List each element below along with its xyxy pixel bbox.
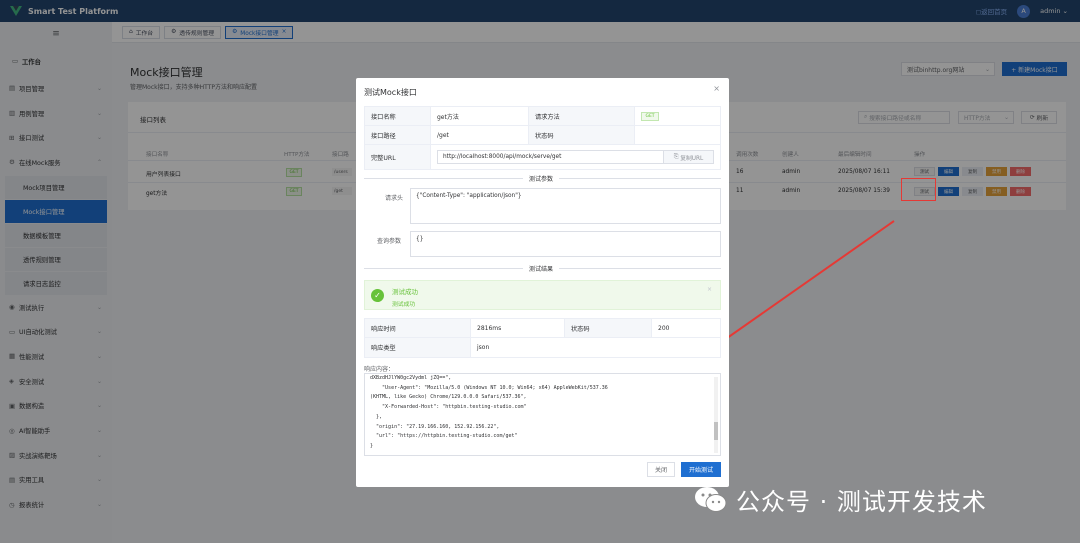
- code-line: "X-Forwarded-Host": "httpbin.testing-stu…: [370, 404, 527, 411]
- code-line: "User-Agent": "Mozilla/5.0 (Windows NT 1…: [370, 384, 608, 391]
- code-line: "url": "https://httpbin.testing-studio.c…: [370, 433, 518, 440]
- info-row: 接口路径 /get 状态码: [365, 126, 720, 145]
- code-line: (KHTML, like Gecko) Chrome/129.0.0.0 Saf…: [370, 394, 527, 401]
- info-row: 响应时间 2816ms 状态码 200: [365, 319, 720, 338]
- status-value: [635, 126, 720, 144]
- response-status-label: 状态码: [565, 319, 652, 337]
- response-content-label: 响应内容：: [364, 366, 395, 373]
- response-type-label: 响应类型: [365, 338, 471, 357]
- scrollbar[interactable]: [714, 377, 718, 453]
- info-row: 接口名称 get方法 请求方法 GET: [365, 107, 720, 126]
- scrollbar-thumb[interactable]: [714, 422, 718, 440]
- path-value: /get: [431, 126, 529, 144]
- name-label: 接口名称: [365, 107, 431, 125]
- headers-label: 请求头: [385, 195, 404, 202]
- code-line: "origin": "27.19.166.160, 152.92.156.22"…: [370, 423, 500, 430]
- wechat-watermark: 公众号 · 测试开发技术: [694, 482, 987, 517]
- dialog-title: 测试Mock接口: [364, 88, 417, 97]
- response-status-value: 200: [658, 324, 670, 332]
- path-label: 接口路径: [365, 126, 431, 144]
- url-group: http://localhost:8000/api/mock/serve/get…: [431, 145, 720, 169]
- close-icon[interactable]: ×: [707, 286, 712, 293]
- info-row: 完整URL http://localhost:8000/api/mock/ser…: [365, 145, 720, 169]
- wechat-icon: [695, 486, 727, 512]
- response-content-box[interactable]: dXBzdHJlYW0gc2Vydml jZQ==", "User-Agent"…: [364, 373, 721, 456]
- response-time-label: 响应时间: [365, 319, 471, 337]
- info-row: 响应类型 json: [365, 338, 720, 357]
- api-info-table: 接口名称 get方法 请求方法 GET 接口路径 /get 状态码 完整URL …: [364, 106, 721, 170]
- code-line: dXBzdHJlYW0gc2Vydml jZQ==",: [370, 375, 452, 381]
- check-circle-icon: ✓: [371, 289, 384, 302]
- copy-url-button[interactable]: ⎘ 复制URL: [664, 150, 714, 164]
- query-textarea[interactable]: {}: [410, 231, 721, 257]
- params-divider-label: 测试参数: [523, 174, 560, 183]
- close-icon[interactable]: ×: [713, 84, 720, 93]
- close-button[interactable]: 关闭: [647, 462, 675, 477]
- test-mock-dialog: 测试Mock接口 × 接口名称 get方法 请求方法 GET 接口路径 /get…: [356, 78, 729, 487]
- method-cell: GET: [635, 107, 720, 125]
- query-label: 查询参数: [377, 238, 402, 245]
- method-label: 请求方法: [529, 107, 635, 125]
- method-tag: GET: [641, 111, 659, 121]
- start-test-button[interactable]: 开始测试: [681, 462, 721, 477]
- response-time-value: 2816ms: [471, 319, 565, 337]
- response-info-table: 响应时间 2816ms 状态码 200 响应类型 json: [364, 318, 721, 358]
- code-line: }: [370, 442, 374, 449]
- success-title: 测试成功: [392, 288, 418, 296]
- watermark-text: 公众号 · 测试开发技术: [736, 488, 987, 516]
- button-label: 复制URL: [680, 155, 704, 162]
- result-divider-label: 测试结果: [523, 264, 560, 273]
- url-label: 完整URL: [365, 145, 431, 169]
- status-label: 状态码: [529, 126, 635, 144]
- success-alert: ✓ 测试成功 测试成功 ×: [364, 280, 721, 310]
- response-type-value: json: [477, 344, 490, 351]
- code-line: },: [370, 413, 383, 420]
- headers-textarea[interactable]: {"Content-Type": "application/json"}: [410, 188, 721, 224]
- full-url-input[interactable]: http://localhost:8000/api/mock/serve/get: [437, 150, 664, 164]
- name-value: get方法: [431, 107, 529, 125]
- success-description: 测试成功: [392, 302, 416, 308]
